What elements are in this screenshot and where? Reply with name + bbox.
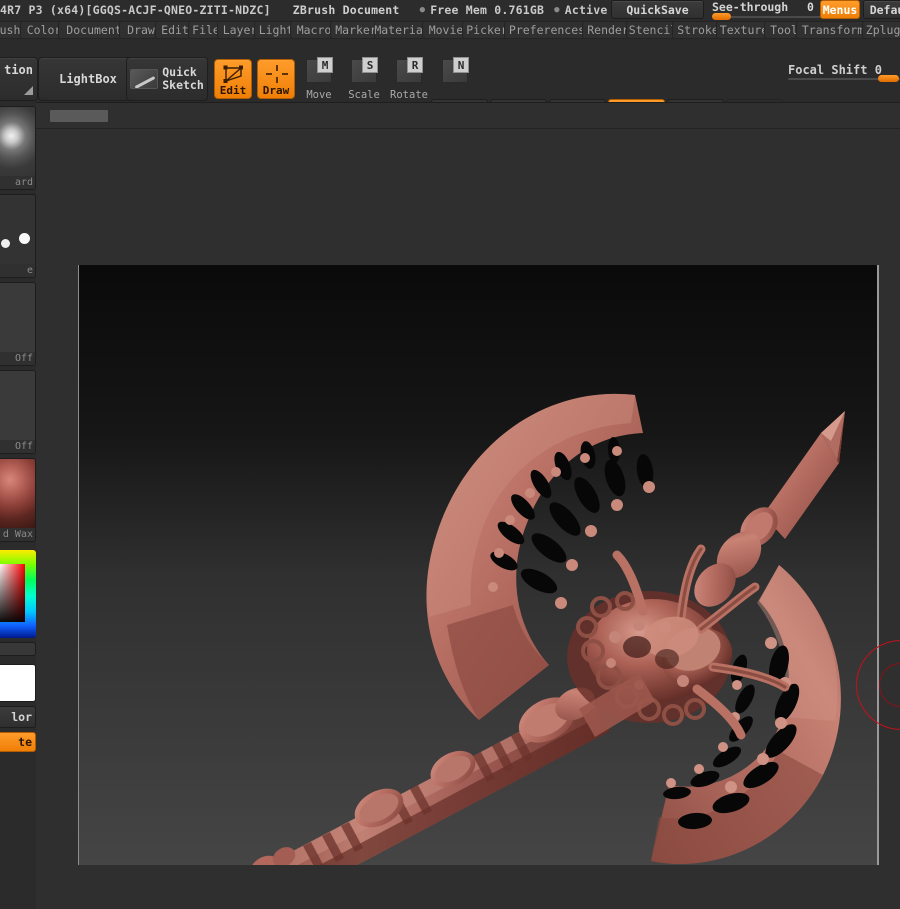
draw-mode-button[interactable]: Draw bbox=[257, 59, 295, 99]
sculpted-battle-axe-model[interactable] bbox=[79, 265, 879, 865]
axe-top-spike bbox=[694, 411, 845, 607]
stroke-caption: ard bbox=[0, 176, 35, 189]
switch-color-button[interactable]: lor bbox=[0, 706, 36, 728]
frame-badge: N bbox=[453, 57, 469, 73]
haft-pommel-spike bbox=[250, 847, 296, 865]
left-sidebar: ard e Off Off d Wax lor te bbox=[0, 102, 36, 909]
current-color-swatch[interactable] bbox=[0, 664, 36, 702]
texture-thumbnail bbox=[0, 283, 35, 352]
draw-crosshair-icon bbox=[258, 63, 294, 85]
move-label: Move bbox=[306, 89, 332, 101]
menu-item-transform[interactable]: Transform bbox=[796, 21, 870, 39]
brush-cursor-inner bbox=[879, 663, 900, 707]
move-mode-button[interactable]: M Move bbox=[300, 57, 338, 101]
gradient-toggle-label: te bbox=[18, 735, 32, 749]
edit-mode-label: Edit bbox=[219, 84, 247, 97]
free-memory-status: Free Mem 0.761GB bbox=[430, 3, 545, 17]
sidebar-item-texture[interactable]: Off bbox=[0, 282, 36, 366]
default-layout-button[interactable]: Defau bbox=[863, 0, 900, 19]
zbrush-application-window: 4R7 P3 (x64)[GGQS-ACJF-QNEO-ZITI-NDZC] Z… bbox=[0, 0, 900, 909]
quick-sketch-button[interactable]: Quick Sketch bbox=[126, 57, 208, 101]
scale-badge: S bbox=[362, 57, 378, 73]
document-title: ZBrush Document bbox=[292, 3, 400, 17]
rotate-badge: R bbox=[407, 57, 423, 73]
brush-selector-button[interactable]: tion bbox=[0, 57, 38, 101]
gradient-thumbnail bbox=[0, 371, 35, 440]
quick-sketch-line2: Sketch bbox=[162, 78, 204, 92]
quicksave-button[interactable]: QuickSave bbox=[611, 0, 704, 19]
color-value-slot[interactable] bbox=[0, 642, 36, 656]
menu-item-preferences[interactable]: Preferences bbox=[504, 21, 590, 39]
document-canvas[interactable] bbox=[78, 265, 879, 865]
color-picker[interactable] bbox=[0, 550, 36, 638]
switch-color-label: lor bbox=[11, 710, 32, 724]
stroke-thumbnail bbox=[0, 107, 35, 176]
active-mem-bullet-icon: ● bbox=[554, 5, 560, 15]
axe-haft bbox=[250, 687, 610, 865]
sidebar-item-alpha[interactable]: e bbox=[0, 194, 36, 278]
canvas-top-divider bbox=[36, 102, 900, 103]
gradient-toggle-button[interactable]: te bbox=[0, 732, 36, 752]
see-through-knob[interactable] bbox=[712, 13, 731, 20]
rotate-mode-button[interactable]: R Rotate bbox=[390, 57, 428, 101]
saturation-square-shade[interactable] bbox=[0, 564, 25, 622]
document-scroll-handle[interactable] bbox=[50, 110, 108, 122]
free-mem-bullet-icon: ● bbox=[419, 5, 426, 15]
sidebar-item-gradient[interactable]: Off bbox=[0, 370, 36, 454]
menu-item-zplugin[interactable]: Zplugin bbox=[862, 21, 900, 39]
menu-bar: ush Color Document Draw Edit File Layer Light Ma… bbox=[0, 20, 900, 40]
gradient-caption: Off bbox=[0, 440, 35, 453]
edit-polyframe-icon bbox=[215, 63, 251, 85]
draw-mode-label: Draw bbox=[262, 84, 290, 97]
canvas-area[interactable] bbox=[36, 102, 900, 909]
texture-caption: Off bbox=[0, 352, 35, 365]
focal-shift-label: Focal Shift 0 bbox=[788, 63, 882, 77]
color-value-caption bbox=[0, 643, 35, 655]
pencil-icon bbox=[130, 69, 159, 89]
edit-mode-button[interactable]: Edit bbox=[214, 59, 252, 99]
menus-toggle-button[interactable]: Menus bbox=[820, 0, 860, 19]
see-through-label: See-through bbox=[712, 0, 789, 14]
material-thumbnail bbox=[0, 459, 35, 528]
scale-mode-button[interactable]: S Scale bbox=[345, 57, 383, 101]
quick-sketch-label: Quick Sketch bbox=[162, 66, 204, 92]
alpha-caption: e bbox=[0, 264, 35, 277]
canvas-second-divider bbox=[36, 128, 900, 129]
rotate-label: Rotate bbox=[390, 89, 428, 101]
brush-selector-label: tion bbox=[4, 63, 33, 77]
sidebar-item-stroke[interactable]: ard bbox=[0, 106, 36, 190]
chevron-down-icon bbox=[24, 86, 33, 95]
see-through-value: 0 bbox=[807, 0, 814, 14]
see-through-slider[interactable]: See-through 0 bbox=[712, 0, 830, 20]
lightbox-button[interactable]: LightBox bbox=[38, 57, 138, 101]
frame-mode-button[interactable]: N bbox=[436, 57, 474, 101]
app-version-title: 4R7 P3 (x64)[GGQS-ACJF-QNEO-ZITI-NDZC] bbox=[0, 3, 271, 17]
material-caption: d Wax bbox=[0, 528, 35, 541]
move-badge: M bbox=[317, 57, 333, 73]
sidebar-item-material[interactable]: d Wax bbox=[0, 458, 36, 542]
scale-label: Scale bbox=[348, 89, 380, 101]
main-toolbar: tion LightBox Quick Sketch Edit Draw M M… bbox=[0, 40, 900, 142]
focal-shift-knob[interactable] bbox=[878, 75, 899, 82]
